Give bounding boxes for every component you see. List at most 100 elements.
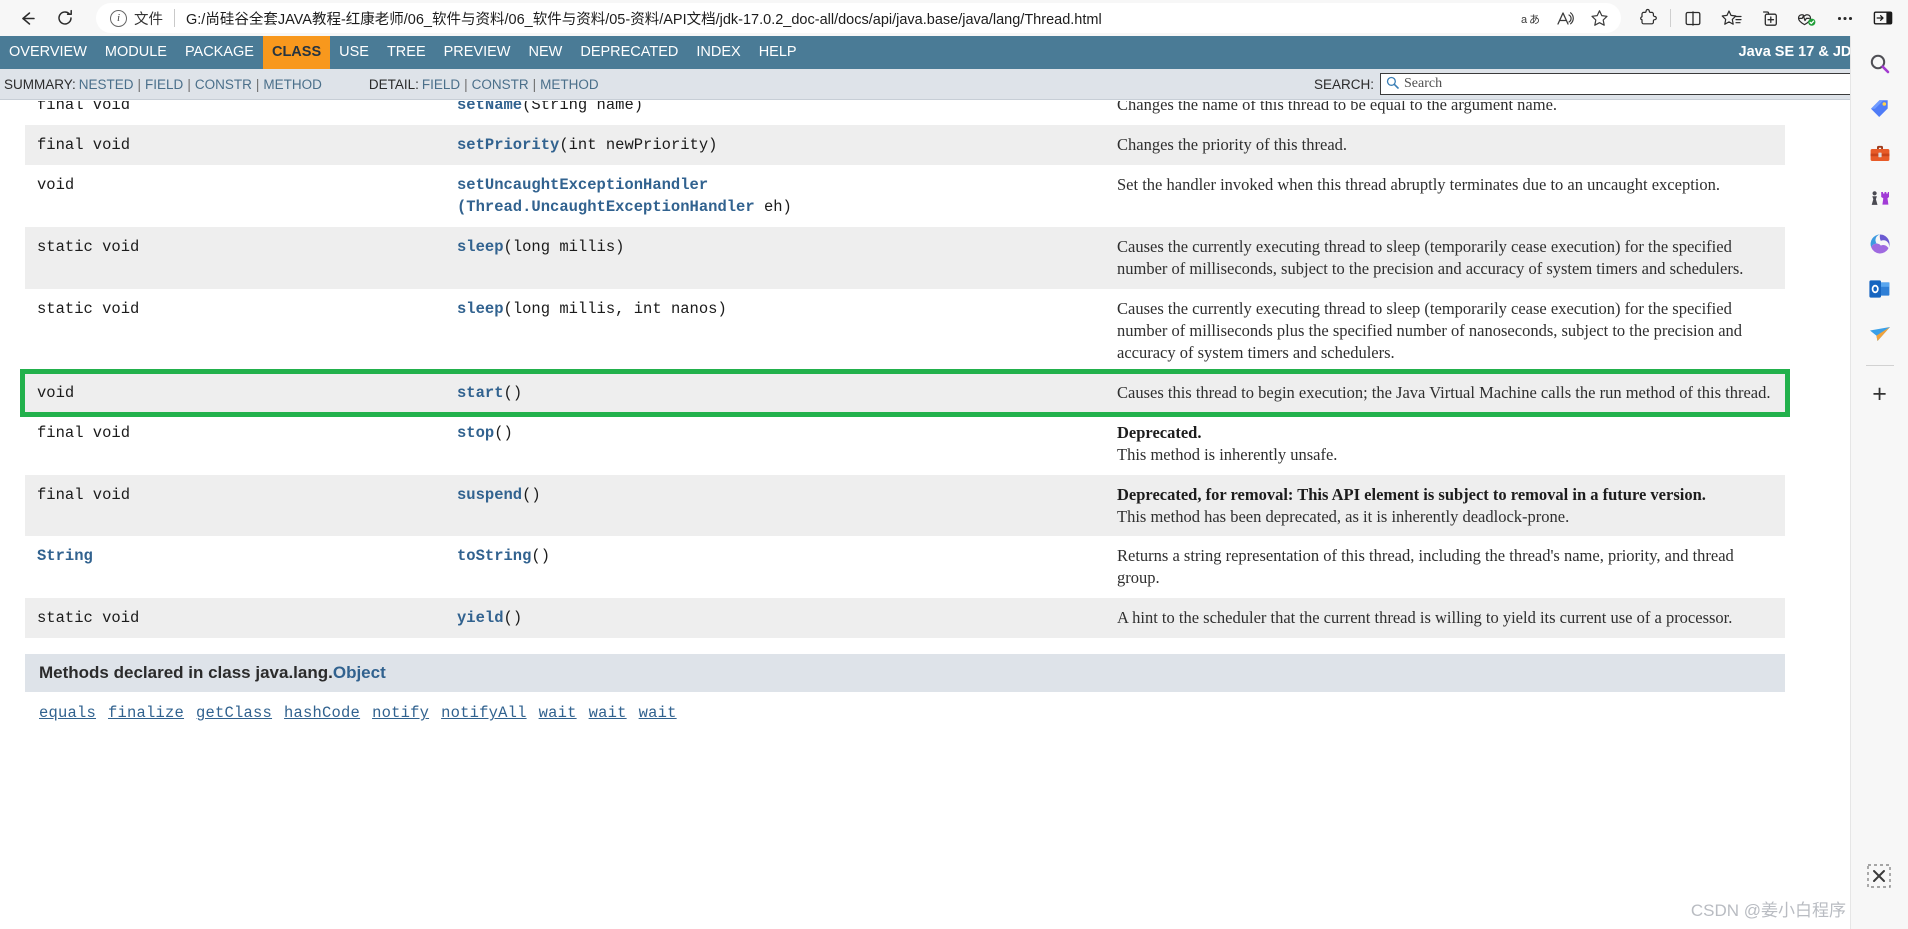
shopping-tag-icon[interactable] <box>1860 89 1900 129</box>
method-name-link[interactable]: yield <box>457 609 504 627</box>
row-modifier: final void <box>37 485 131 504</box>
row-modifier: static void <box>37 299 140 318</box>
javadoc-nav-list: OVERVIEW MODULE PACKAGE CLASS USE TREE P… <box>0 36 806 69</box>
search-input[interactable]: Search ✕ <box>1380 73 1900 95</box>
detail-link-constr[interactable]: CONSTR <box>469 77 532 92</box>
row-description: Returns a string representation of this … <box>1117 546 1734 588</box>
summary-link-constr[interactable]: CONSTR <box>192 77 255 92</box>
row-method: toString() <box>445 536 1105 598</box>
row-description: Changes the name of this thread to be eq… <box>1117 101 1558 114</box>
sidebar-toggle-icon[interactable] <box>1864 3 1902 33</box>
outlook-icon[interactable] <box>1860 269 1900 309</box>
svg-text:a: a <box>1521 14 1528 26</box>
nav-item-index[interactable]: INDEX <box>687 36 749 69</box>
table-row[interactable]: void setUncaughtExceptionHandler (Thread… <box>25 165 1785 227</box>
summary-link-field[interactable]: FIELD <box>142 77 186 92</box>
back-arrow-icon[interactable] <box>8 3 46 33</box>
split-screen-icon[interactable] <box>1674 3 1712 33</box>
row-description: Causes the currently executing thread to… <box>1117 237 1744 278</box>
nav-item-new[interactable]: NEW <box>520 36 572 69</box>
object-class-link[interactable]: Object <box>333 663 386 682</box>
row-method: sleep(long millis) <box>445 227 1105 289</box>
reload-icon[interactable] <box>46 3 84 33</box>
inherited-method-getclass[interactable]: getClass <box>196 704 272 722</box>
read-aloud-icon[interactable] <box>1549 4 1581 32</box>
row-description: Causes the currently executing thread to… <box>1117 298 1743 362</box>
method-name-link[interactable]: stop <box>457 424 494 442</box>
detail-link-method[interactable]: METHOD <box>537 77 602 92</box>
table-row-start-method[interactable]: void start() Causes this thread to begin… <box>25 372 1785 413</box>
method-signature: () <box>522 485 541 504</box>
table-row[interactable]: final void setName(String name) Changes … <box>25 101 1785 125</box>
cursor-icon <box>1866 863 1892 889</box>
favorite-star-icon[interactable] <box>1583 4 1615 32</box>
translate-icon[interactable]: a あ <box>1515 4 1547 32</box>
inherited-method-wait-2[interactable]: wait <box>589 704 627 722</box>
inherited-method-equals[interactable]: equals <box>39 704 96 722</box>
row-description: Set the handler invoked when this thread… <box>1117 175 1720 194</box>
table-row[interactable]: final void suspend() Deprecated, for rem… <box>25 474 1785 537</box>
address-bar[interactable]: i 文件 G:/尚硅谷全套JAVA教程-红康老师/06_软件与资料/06_软件与… <box>96 3 1621 33</box>
method-signature: (long millis) <box>503 238 625 256</box>
summary-link-method[interactable]: METHOD <box>260 77 325 92</box>
settings-more-icon[interactable] <box>1826 3 1864 33</box>
row-method: sleep(long millis, int nanos) <box>445 289 1105 373</box>
inherited-method-wait-3[interactable]: wait <box>639 704 677 722</box>
inherited-methods-list: equals finalize getClass hashCode notify noti… <box>25 692 1785 722</box>
method-name-link[interactable]: setUncaughtExceptionHandler <box>457 176 708 194</box>
table-row[interactable]: final void setPriority(int newPriority) … <box>25 125 1785 165</box>
search-area: SEARCH: Search ✕ <box>1314 73 1900 95</box>
nav-item-package[interactable]: PACKAGE <box>176 36 263 69</box>
method-signature: () <box>503 383 523 402</box>
microsoft-365-icon[interactable] <box>1860 224 1900 264</box>
table-row[interactable]: static void sleep(long millis) Causes th… <box>25 227 1785 289</box>
nav-item-help[interactable]: HELP <box>750 36 806 69</box>
inherited-heading-text: Methods declared in class java.lang. <box>39 663 333 683</box>
row-description: Deprecated. This method is inherently un… <box>1105 413 1785 475</box>
method-signature: (long millis, int nanos) <box>503 299 727 318</box>
inherited-method-finalize[interactable]: finalize <box>108 704 184 722</box>
site-info-icon[interactable]: i <box>110 9 127 27</box>
browser-essentials-icon[interactable] <box>1788 3 1826 33</box>
row-modifier: final void <box>37 136 131 154</box>
table-row[interactable]: static void yield() A hint to the schedu… <box>25 598 1785 639</box>
inherited-method-hashcode[interactable]: hashCode <box>284 704 360 722</box>
return-type-link[interactable]: String <box>37 547 93 565</box>
inherited-method-wait-1[interactable]: wait <box>539 704 577 722</box>
nav-item-overview[interactable]: OVERVIEW <box>0 36 96 69</box>
detail-link-field[interactable]: FIELD <box>419 77 463 92</box>
tools-briefcase-icon[interactable] <box>1860 134 1900 174</box>
nav-item-preview[interactable]: PREVIEW <box>435 36 520 69</box>
method-name-link[interactable]: suspend <box>457 486 522 504</box>
method-param-name: eh) <box>754 198 792 216</box>
nav-item-use[interactable]: USE <box>330 36 378 69</box>
method-name-link[interactable]: sleep <box>457 300 504 318</box>
table-row[interactable]: static void sleep(long millis, int nanos… <box>25 288 1785 373</box>
search-bing-icon[interactable] <box>1860 44 1900 84</box>
table-row[interactable]: final void stop() Deprecated. This metho… <box>25 412 1785 475</box>
nav-item-deprecated[interactable]: DEPRECATED <box>571 36 687 69</box>
method-name-link[interactable]: sleep <box>457 238 504 256</box>
add-sidebar-app-icon[interactable]: + <box>1860 374 1900 414</box>
summary-link-nested[interactable]: NESTED <box>76 77 137 92</box>
method-signature: () <box>503 609 523 628</box>
method-name-link[interactable]: setPriority <box>457 136 559 154</box>
method-name-link[interactable]: setName <box>457 101 522 114</box>
inherited-method-notify[interactable]: notify <box>372 704 429 722</box>
nav-item-class[interactable]: CLASS <box>262 36 331 69</box>
favorites-icon[interactable] <box>1712 3 1750 33</box>
method-signature: () <box>531 547 551 566</box>
table-row[interactable]: String toString() Returns a string repre… <box>25 536 1785 599</box>
send-paperplane-icon[interactable] <box>1860 314 1900 354</box>
omnibox-actions: a あ <box>1515 4 1615 32</box>
collections-icon[interactable] <box>1750 3 1788 33</box>
method-name-link[interactable]: toString <box>457 547 531 565</box>
method-param-type-link[interactable]: (Thread.UncaughtExceptionHandler <box>457 198 755 216</box>
row-method: suspend() <box>445 475 1105 537</box>
method-name-link[interactable]: start <box>457 384 504 402</box>
inherited-method-notifyall[interactable]: notifyAll <box>441 704 527 722</box>
games-chess-icon[interactable] <box>1860 179 1900 219</box>
nav-item-tree[interactable]: TREE <box>378 36 435 69</box>
extensions-icon[interactable] <box>1629 3 1667 33</box>
nav-item-module[interactable]: MODULE <box>96 36 176 69</box>
